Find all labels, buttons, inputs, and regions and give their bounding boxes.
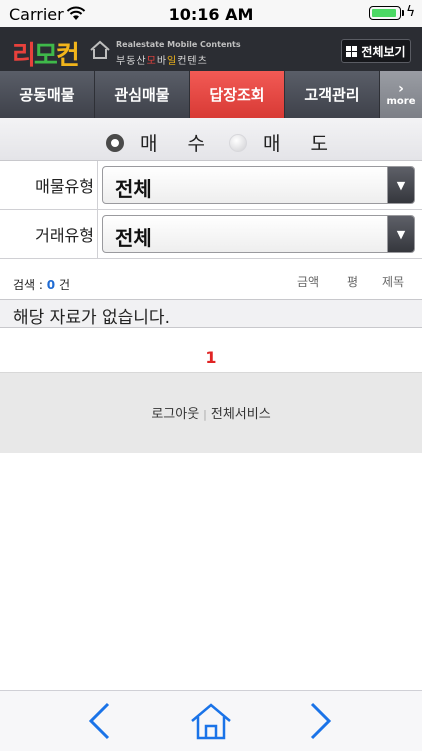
sort-by-area[interactable]: 평 bbox=[347, 273, 358, 290]
page-footer: 로그아웃 | 전체서비스 bbox=[0, 372, 422, 453]
deal-type-row: 거래유형 전체 ▼ bbox=[0, 210, 422, 259]
sort-by-title[interactable]: 제목 bbox=[382, 273, 404, 290]
tab-customer-management[interactable]: 고객관리 bbox=[285, 71, 380, 118]
clock: 10:16 AM bbox=[168, 5, 254, 24]
back-arrow-icon[interactable] bbox=[77, 699, 121, 743]
property-type-row: 매물유형 전체 ▼ bbox=[0, 161, 422, 210]
charging-icon: ϟ bbox=[406, 4, 416, 20]
radio-unchecked-icon bbox=[229, 133, 247, 152]
battery-tip bbox=[402, 10, 404, 16]
house-icon bbox=[89, 40, 111, 64]
chevron-right-icon: › bbox=[398, 81, 404, 97]
brand-tagline-en: Realestate Mobile Contents bbox=[116, 40, 241, 49]
all-services-link[interactable]: 전체서비스 bbox=[211, 407, 271, 422]
dropdown-arrow-icon: ▼ bbox=[387, 167, 414, 203]
browser-toolbar bbox=[0, 690, 422, 751]
brand-tagline-ko: 부동산모바일컨텐츠 bbox=[116, 56, 208, 67]
trade-type-radio-group: 매수 매도 bbox=[0, 118, 422, 161]
status-bar: Carrier 10:16 AM ϟ bbox=[0, 0, 422, 27]
dropdown-arrow-icon: ▼ bbox=[387, 216, 414, 252]
result-summary: 검색 : 0 건 금액 평 제목 bbox=[0, 262, 422, 298]
battery-icon bbox=[369, 6, 401, 20]
all-view-button[interactable]: 전체보기 bbox=[341, 39, 411, 63]
logout-link[interactable]: 로그아웃 bbox=[151, 407, 199, 422]
radio-checked-icon bbox=[106, 133, 124, 152]
property-type-label: 매물유형 bbox=[35, 177, 94, 196]
radio-buy[interactable]: 매수 bbox=[106, 129, 235, 156]
property-type-select[interactable]: 전체 ▼ bbox=[102, 166, 415, 204]
app-logo[interactable]: 리모컨 bbox=[12, 35, 80, 72]
grid-icon bbox=[346, 45, 358, 57]
tab-shared-listings[interactable]: 공동매물 bbox=[0, 71, 95, 118]
page-number[interactable]: 1 bbox=[0, 348, 422, 367]
sort-by-price[interactable]: 금액 bbox=[297, 273, 319, 290]
deal-type-select[interactable]: 전체 ▼ bbox=[102, 215, 415, 253]
main-tabs: 공동매물 관심매물 답장조회 고객관리 › more bbox=[0, 71, 422, 118]
more-tab[interactable]: › more bbox=[380, 71, 422, 118]
tab-reply-inquiry[interactable]: 답장조회 bbox=[190, 71, 285, 118]
deal-type-label: 거래유형 bbox=[35, 226, 94, 245]
radio-sell[interactable]: 매도 bbox=[229, 129, 358, 156]
result-count: 검색 : 0 건 bbox=[13, 278, 70, 292]
no-data-message: 해당 자료가 없습니다. bbox=[0, 299, 422, 328]
forward-arrow-icon[interactable] bbox=[299, 699, 343, 743]
home-icon[interactable] bbox=[189, 699, 233, 743]
app-header: 리모컨 Realestate Mobile Contents 부동산모바일컨텐츠… bbox=[0, 27, 422, 71]
tab-favorite-listings[interactable]: 관심매물 bbox=[95, 71, 190, 118]
